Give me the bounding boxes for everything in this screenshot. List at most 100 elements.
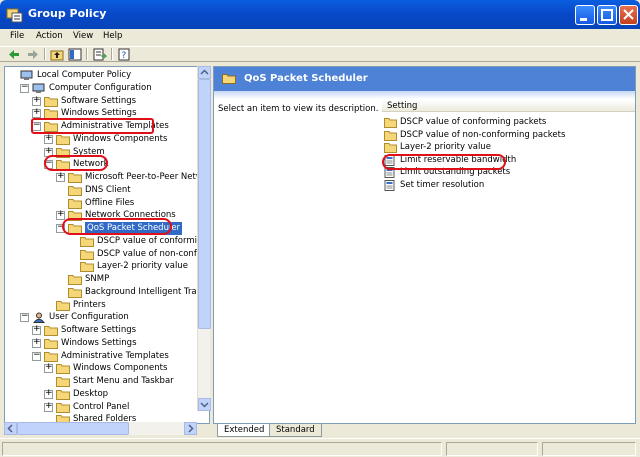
collapse-icon[interactable]: − (32, 120, 41, 131)
tree-item[interactable]: − Computer Configuration (5, 82, 205, 95)
help-icon[interactable]: ? (118, 48, 132, 61)
computer-policy-icon (20, 70, 33, 80)
tree-horizontal-scrollbar[interactable] (4, 422, 197, 435)
console-tree[interactable]: Local Computer Policy − Computer Configura… (4, 66, 210, 424)
tree-item[interactable]: SNMP (5, 273, 205, 286)
expand-icon[interactable]: + (32, 107, 41, 119)
tab-standard[interactable]: Standard (269, 424, 322, 437)
tree-item[interactable]: + Windows Settings (5, 337, 205, 350)
tree-item[interactable]: + Windows Components (5, 133, 205, 146)
expand-icon[interactable]: + (44, 401, 53, 412)
setting-item-label: DSCP value of conforming packets (400, 117, 547, 127)
expand-icon[interactable]: + (44, 388, 53, 399)
folder-icon (68, 287, 82, 298)
tree-item[interactable]: + Software Settings (5, 324, 205, 337)
tree-item[interactable]: + Windows Settings (5, 107, 205, 120)
tree-item[interactable]: − Network (5, 158, 205, 171)
export-list-icon[interactable] (93, 48, 107, 61)
scroll-left-button[interactable] (4, 422, 17, 435)
maximize-button[interactable] (597, 5, 617, 25)
folder-icon (68, 173, 82, 183)
menu-view[interactable]: View (73, 31, 93, 41)
view-tabs: Extended Standard (213, 424, 636, 438)
tree-item[interactable]: Background Intelligent Transf (5, 286, 209, 299)
tree-item[interactable]: + System (5, 146, 205, 159)
menu-bar: File Action View Help (0, 29, 640, 46)
title-bar[interactable]: Group Policy (0, 0, 640, 29)
menu-file[interactable]: File (10, 31, 24, 41)
policy-setting-icon (384, 167, 395, 179)
tree-item[interactable]: Layer-2 priority value (5, 260, 205, 273)
scroll-down-button[interactable] (198, 398, 211, 411)
tree-item[interactable]: + Network Connections (5, 209, 205, 222)
up-folder-icon[interactable] (50, 48, 64, 61)
tree-item[interactable]: Printers (5, 299, 205, 312)
tree-item[interactable]: DNS Client (5, 184, 205, 197)
tree-item-label: Windows Settings (61, 337, 137, 348)
scroll-thumb[interactable] (198, 79, 211, 329)
folder-icon (56, 389, 70, 400)
tree-item-label: Offline Files (85, 197, 135, 208)
column-header-setting[interactable]: Setting (382, 100, 635, 112)
toolbar-separator (44, 48, 46, 60)
setting-item-label: Set timer resolution (400, 180, 485, 190)
expand-icon[interactable]: + (32, 324, 41, 335)
folder-icon (56, 147, 70, 158)
tree-item-label: Windows Components (73, 363, 168, 374)
expand-icon[interactable]: + (32, 95, 41, 106)
tree-item[interactable]: + Software Settings (5, 95, 205, 108)
folder-icon (384, 118, 397, 128)
folder-icon (80, 236, 94, 247)
toolbar: ? (0, 46, 640, 62)
tree-item[interactable]: − QoS Packet Scheduler (5, 222, 205, 235)
show-hide-tree-icon[interactable] (68, 48, 82, 61)
collapse-icon[interactable]: − (56, 222, 65, 233)
scroll-up-button[interactable] (198, 66, 211, 79)
minimize-button[interactable] (575, 5, 595, 25)
tab-extended[interactable]: Extended (217, 424, 272, 437)
tree-item[interactable]: DSCP value of non-confor (5, 248, 206, 261)
tree-item[interactable]: − Administrative Templates (5, 120, 205, 133)
back-arrow-icon[interactable] (7, 48, 21, 61)
close-button[interactable] (619, 5, 638, 25)
tree-item[interactable]: + Windows Components (5, 362, 205, 375)
tree-item[interactable]: + Microsoft Peer-to-Peer Netwo (5, 171, 208, 184)
tree-item[interactable]: + Desktop (5, 388, 205, 401)
group-policy-app-icon (6, 8, 23, 23)
collapse-icon[interactable]: − (32, 350, 41, 361)
computer-icon (32, 83, 45, 93)
expand-icon[interactable]: + (32, 337, 41, 348)
collapse-icon[interactable]: − (20, 311, 29, 323)
tree-item-label: Control Panel (73, 401, 130, 412)
folder-icon (44, 96, 58, 107)
status-segment (542, 442, 636, 456)
collapse-icon[interactable]: − (44, 158, 53, 170)
folder-icon (384, 130, 397, 141)
tree-item[interactable]: − User Configuration (5, 311, 205, 324)
folder-icon (80, 262, 94, 273)
tree-vertical-scrollbar[interactable] (197, 66, 211, 411)
scroll-right-button[interactable] (184, 422, 197, 435)
menu-action[interactable]: Action (36, 31, 63, 41)
folder-icon (44, 351, 58, 362)
description-text: Select an item to view its description. (218, 104, 379, 114)
expand-icon[interactable]: + (44, 133, 53, 144)
expand-icon[interactable]: + (44, 362, 53, 374)
tree-item[interactable]: Local Computer Policy (5, 69, 205, 82)
tree-item[interactable]: + Control Panel (5, 401, 205, 414)
expand-icon[interactable]: + (56, 171, 65, 182)
tree-item[interactable]: − Administrative Templates (5, 350, 205, 363)
forward-arrow-icon[interactable] (26, 48, 40, 61)
tree-item[interactable]: Offline Files (5, 197, 205, 210)
tree-item-label: User Configuration (49, 312, 129, 323)
folder-open-icon (56, 160, 70, 171)
tree-item-label: Windows Components (73, 133, 168, 144)
expand-icon[interactable]: + (56, 209, 65, 221)
menu-help[interactable]: Help (103, 31, 122, 41)
tree-item[interactable]: DSCP value of conforming (5, 235, 208, 248)
collapse-icon[interactable]: − (20, 82, 29, 93)
folder-icon (68, 198, 82, 209)
scroll-thumb[interactable] (17, 422, 129, 435)
expand-icon[interactable]: + (44, 146, 53, 157)
tree-item[interactable]: Start Menu and Taskbar (5, 375, 205, 388)
